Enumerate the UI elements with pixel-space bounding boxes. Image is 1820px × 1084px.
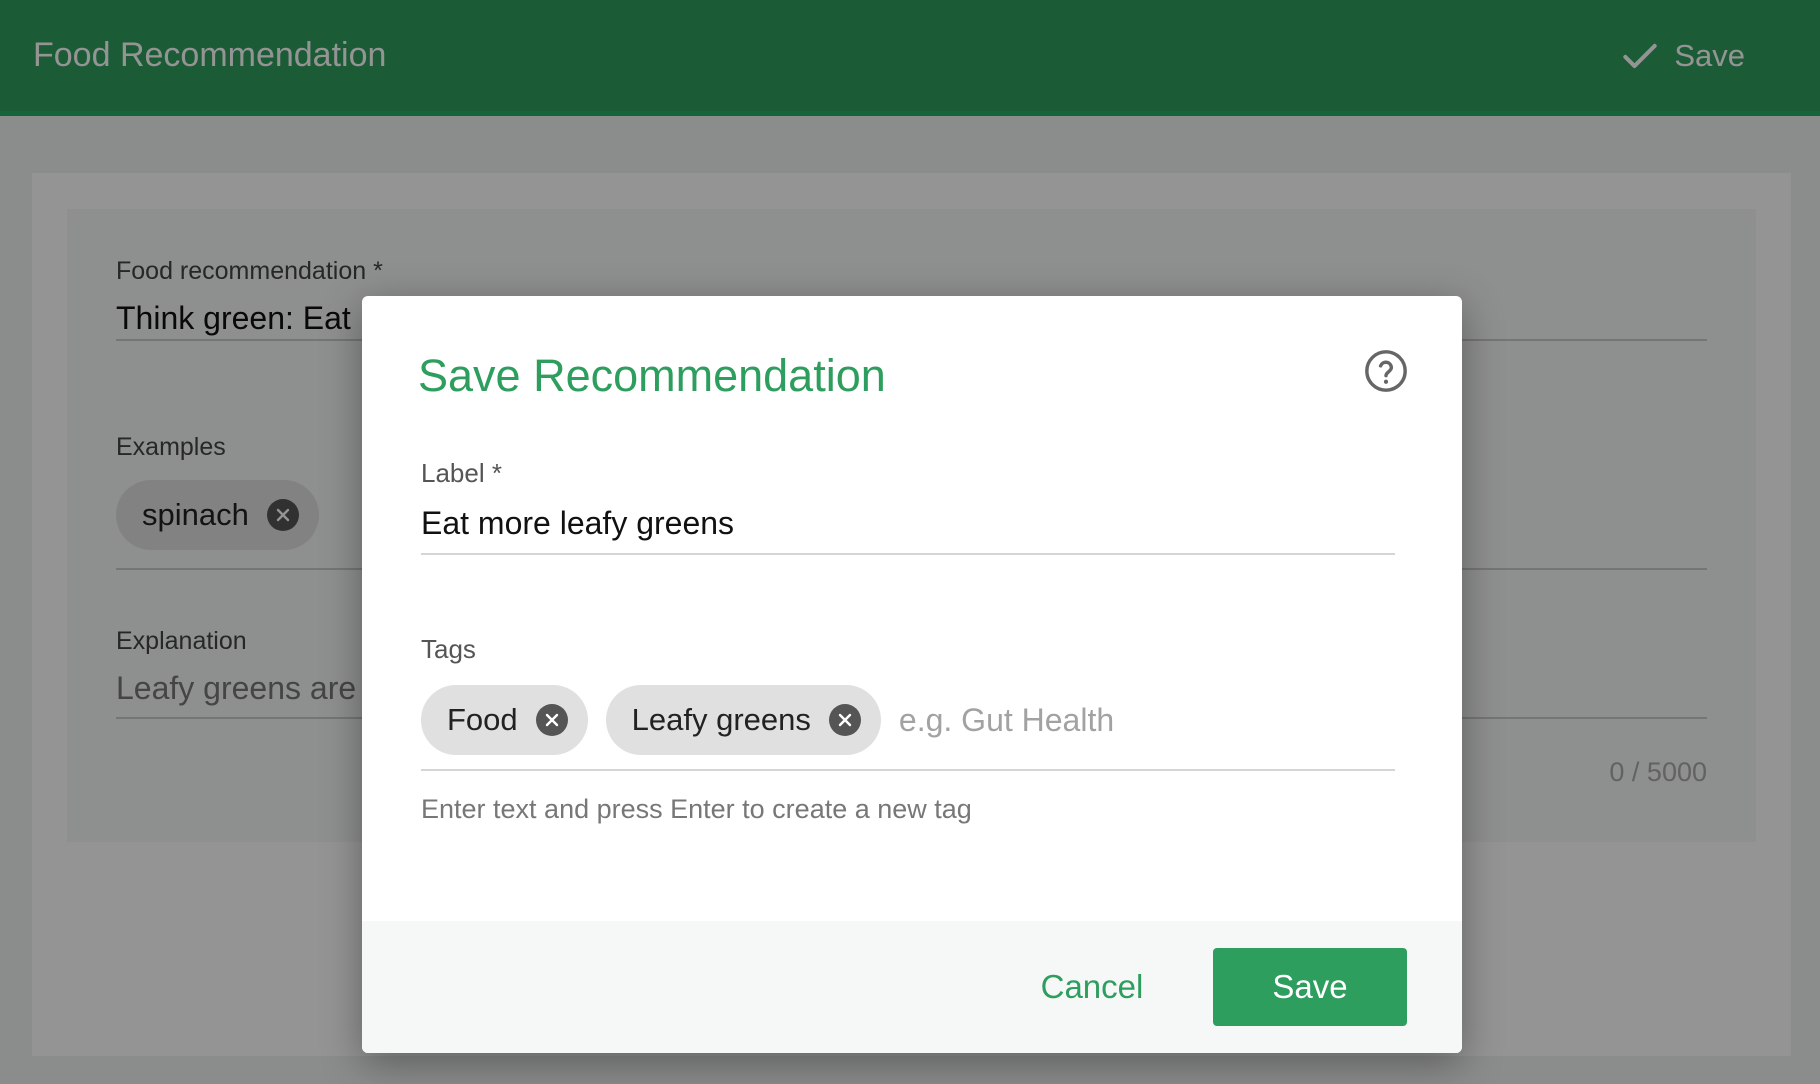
tags-label: Tags (421, 634, 476, 664)
dialog-footer: Cancel Save (362, 921, 1462, 1053)
help-circle-icon[interactable] (1363, 348, 1409, 394)
tags-row: Food Leafy greens (421, 685, 1395, 755)
remove-tag-icon[interactable] (828, 704, 861, 736)
tag-chip-leafy-greens[interactable]: Leafy greens (605, 685, 881, 755)
tag-input[interactable] (898, 701, 1279, 739)
tag-chip-food[interactable]: Food (421, 685, 588, 755)
label-underline (421, 553, 1395, 555)
tag-chip-label: Food (447, 702, 518, 737)
label-field[interactable]: Label * Eat more leafy greens (421, 458, 1395, 555)
save-recommendation-dialog: Save Recommendation Label * Eat more lea… (362, 296, 1462, 1053)
label-input[interactable]: Eat more leafy greens (421, 505, 1395, 542)
cancel-button[interactable]: Cancel (1022, 948, 1162, 1026)
tags-field[interactable]: Tags Food Leafy greens (421, 634, 1395, 774)
label-field-label: Label * (421, 458, 502, 488)
tags-underline (421, 769, 1395, 771)
save-button[interactable]: Save (1213, 948, 1407, 1026)
tags-hint: Enter text and press Enter to create a n… (421, 794, 972, 824)
remove-tag-icon[interactable] (535, 704, 568, 736)
tag-chip-label: Leafy greens (631, 702, 811, 737)
dialog-title: Save Recommendation (418, 350, 886, 401)
